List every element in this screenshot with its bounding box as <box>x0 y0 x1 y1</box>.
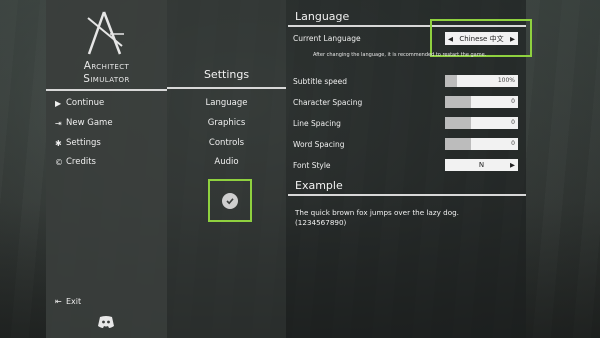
confirm-highlight <box>208 179 252 222</box>
gear-icon: ✱ <box>55 138 62 148</box>
line-spacing-label: Line Spacing <box>293 119 341 128</box>
example-section-divider <box>288 194 526 196</box>
arrow-right-icon[interactable]: ▶ <box>510 159 515 171</box>
menu-item-settings[interactable]: ✱ Settings <box>55 136 101 150</box>
menu-item-label: Settings <box>66 138 101 148</box>
slider-fill <box>445 75 457 87</box>
logo-mark <box>87 11 124 55</box>
line-spacing-slider[interactable]: 0 <box>445 117 518 129</box>
font-style-label: Font Style <box>293 161 331 170</box>
slider-fill <box>445 96 471 108</box>
current-language-label: Current Language <box>293 34 361 43</box>
arrow-right-icon[interactable]: ▶ <box>510 35 515 43</box>
example-line2: (1234567890) <box>295 218 347 227</box>
game-logo: Architect Simulator <box>46 8 167 88</box>
enter-icon: ⇥ <box>55 118 62 128</box>
menu-item-new-game[interactable]: ⇥ New Game <box>55 116 113 130</box>
menu-item-label: Continue <box>66 98 105 108</box>
logo-title-line2: Simulator <box>83 73 130 85</box>
example-text: The quick brown fox jumps over the lazy … <box>295 208 459 228</box>
character-spacing-slider[interactable]: 0 <box>445 96 518 108</box>
language-selector[interactable]: ◀ Chinese 中文 ▶ <box>445 32 518 45</box>
language-settings-panel: Language Current Language ◀ Chinese 中文 ▶… <box>286 0 532 338</box>
arrow-left-icon[interactable]: ◀ <box>448 35 453 43</box>
settings-title: Settings <box>203 68 250 81</box>
word-spacing-label: Word Spacing <box>293 140 345 149</box>
slider-fill <box>445 117 471 129</box>
menu-divider <box>46 89 167 91</box>
exit-label: Exit <box>66 296 82 306</box>
current-language-value: Chinese 中文 <box>459 34 504 43</box>
example-section-title: Example <box>295 179 343 192</box>
subtitle-speed-value: 100% <box>497 77 515 84</box>
discord-icon[interactable] <box>97 315 115 329</box>
language-section-title: Language <box>295 10 350 23</box>
copyright-icon: © <box>55 157 63 167</box>
character-spacing-label: Character Spacing <box>293 98 363 107</box>
menu-item-label: New Game <box>66 118 113 128</box>
font-style-selector[interactable]: N ▶ <box>445 159 518 171</box>
word-spacing-value: 0 <box>511 140 515 147</box>
subtitle-speed-label: Subtitle speed <box>293 77 347 86</box>
menu-item-label: Credits <box>66 157 96 167</box>
settings-divider <box>167 87 286 89</box>
example-line1: The quick brown fox jumps over the lazy … <box>295 208 459 217</box>
main-menu-panel: Architect Simulator ▶ Continue ⇥ New Gam… <box>46 0 167 338</box>
menu-item-continue[interactable]: ▶ Continue <box>55 96 104 110</box>
confirm-button[interactable] <box>222 193 238 209</box>
menu-item-credits[interactable]: © Credits <box>55 155 96 169</box>
exit-button[interactable]: ⇤ Exit <box>55 294 81 308</box>
tab-language[interactable]: Language <box>167 98 286 108</box>
exit-icon: ⇤ <box>55 296 62 306</box>
subtitle-speed-slider[interactable]: 100% <box>445 75 518 87</box>
logo-title-line1: Architect <box>83 60 130 72</box>
settings-menu-panel: Settings Language Graphics Controls Audi… <box>167 0 286 338</box>
font-style-value: N <box>478 161 485 169</box>
tab-graphics[interactable]: Graphics <box>167 118 286 128</box>
word-spacing-slider[interactable]: 0 <box>445 138 518 150</box>
restart-note: After changing the language, it is recom… <box>313 52 487 58</box>
line-spacing-value: 0 <box>511 119 515 126</box>
tab-audio[interactable]: Audio <box>167 157 286 167</box>
slider-fill <box>445 138 471 150</box>
play-icon: ▶ <box>55 98 62 108</box>
tab-controls[interactable]: Controls <box>167 138 286 148</box>
character-spacing-value: 0 <box>511 98 515 105</box>
checkmark-icon <box>226 198 234 205</box>
